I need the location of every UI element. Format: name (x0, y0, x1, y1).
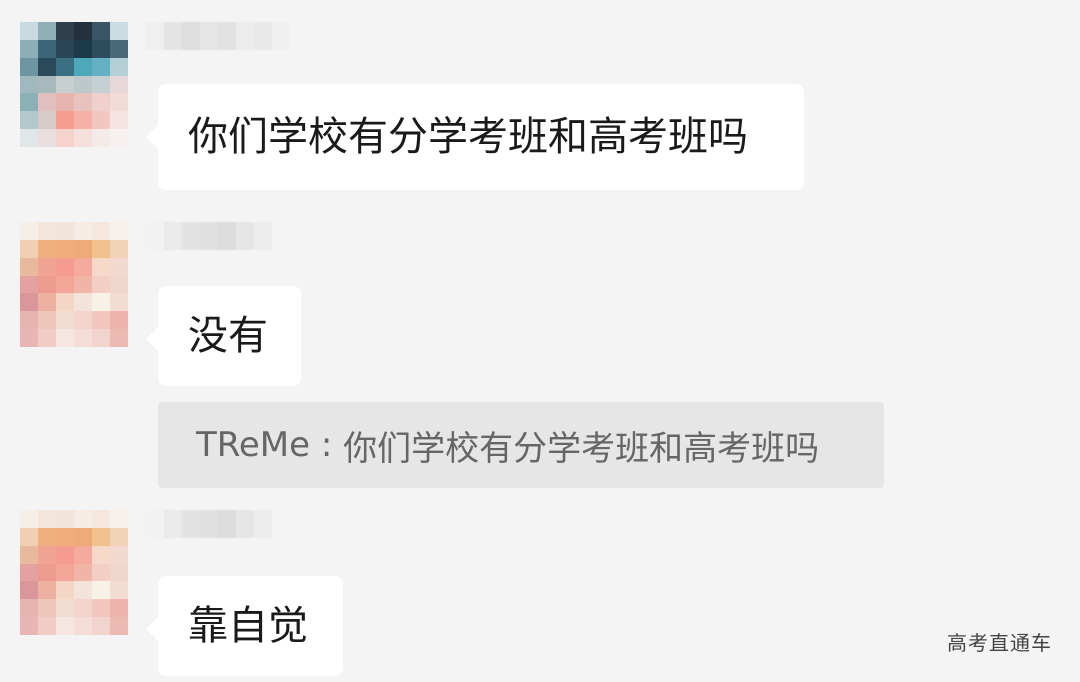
chat-area: 你们学校有分学考班和高考班吗 没有 TReMe : 你们学校有分学考班和高考班吗… (0, 0, 1080, 682)
quoted-message[interactable]: TReMe : 你们学校有分学考班和高考班吗 (158, 402, 884, 488)
avatar[interactable] (20, 222, 128, 347)
sender-name (146, 222, 272, 250)
message-text: 你们学校有分学考班和高考班吗 (188, 114, 748, 160)
avatar[interactable] (20, 22, 128, 147)
sender-name (146, 510, 272, 538)
watermark: 高考直通车 (947, 631, 1052, 655)
quote-author: TReMe (196, 425, 311, 465)
message-bubble[interactable]: 没有 (146, 286, 301, 386)
message-bubble[interactable]: 靠自觉 (146, 576, 343, 676)
message-text: 靠自觉 (188, 603, 308, 649)
quote-text: 你们学校有分学考班和高考班吗 (343, 428, 820, 469)
message-text: 没有 (188, 313, 268, 359)
sender-name (146, 22, 290, 50)
quote-separator: : (310, 425, 344, 465)
message-bubble[interactable]: 你们学校有分学考班和高考班吗 (146, 84, 804, 190)
avatar[interactable] (20, 510, 128, 635)
